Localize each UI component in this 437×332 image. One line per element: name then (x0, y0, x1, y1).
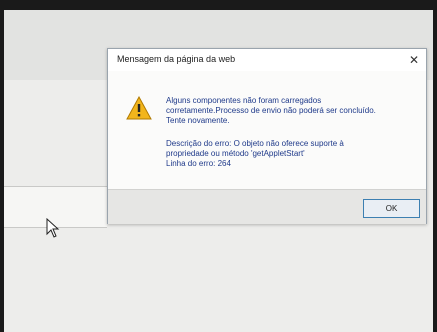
dialog-titlebar: Mensagem da página da web ✕ (108, 49, 426, 71)
warning-icon (126, 96, 152, 120)
close-icon[interactable]: ✕ (405, 51, 423, 69)
error-message: Alguns componentes não foram carregados … (166, 96, 416, 126)
browser-page: Mensagem da página da web ✕ Alguns compo… (4, 10, 433, 332)
mouse-pointer-icon (46, 218, 60, 238)
dialog-title: Mensagem da página da web (117, 54, 236, 64)
detail-line: Descrição do erro: O objeto não oferece … (166, 139, 344, 148)
message-line: Alguns componentes não foram carregados (166, 96, 322, 105)
message-line: corretamente.Processo de envio não poder… (166, 106, 376, 115)
error-details: Descrição do erro: O objeto não oferece … (166, 139, 416, 169)
message-line: Tente novamente. (166, 116, 230, 125)
detail-line: Linha do erro: 264 (166, 159, 231, 168)
web-page-message-dialog: Mensagem da página da web ✕ Alguns compo… (107, 48, 427, 224)
detail-line: propriedade ou método 'getAppletStart' (166, 149, 305, 158)
dialog-footer: OK (108, 189, 426, 224)
ok-button[interactable]: OK (363, 199, 420, 218)
